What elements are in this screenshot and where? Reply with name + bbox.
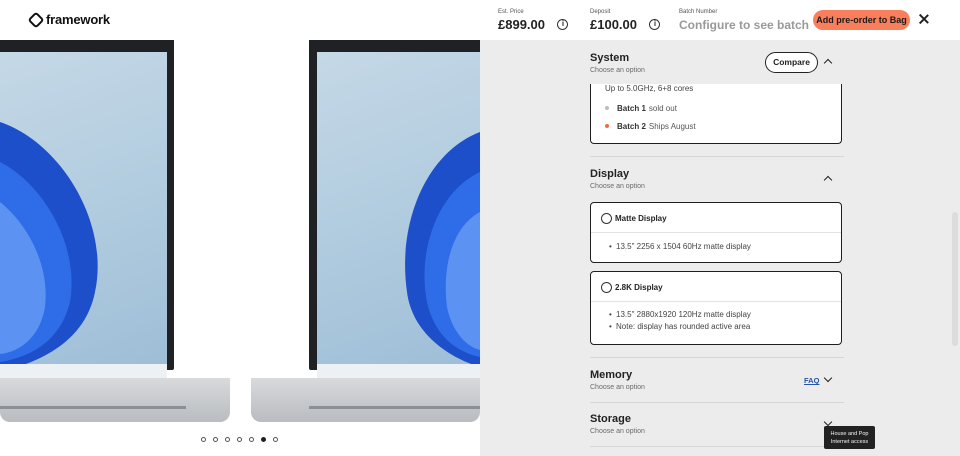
close-icon[interactable] <box>918 13 930 25</box>
divider <box>590 156 844 157</box>
divider <box>590 402 844 403</box>
matte-display-title: Matte Display <box>615 214 667 223</box>
2.8k-display-title: 2.8K Display <box>615 283 663 292</box>
carousel-dot[interactable] <box>213 437 218 442</box>
batch-number: Batch Number Configure to see batch <box>679 9 809 32</box>
divider <box>590 446 844 447</box>
configuration-panel: System Choose an option Compare Up to 5.… <box>480 40 960 456</box>
framework-logo-icon <box>30 14 42 26</box>
panel-scrollbar[interactable] <box>952 212 958 346</box>
laptop-image-right <box>251 40 480 422</box>
display-subtitle: Choose an option <box>590 183 645 190</box>
tooltip: House and Pop Internet access <box>824 426 875 449</box>
batch-2-status: Ships August <box>648 122 696 131</box>
storage-subtitle: Choose an option <box>590 428 645 435</box>
memory-subtitle: Choose an option <box>590 384 645 391</box>
tooltip-line-1: House and Pop <box>830 431 869 437</box>
deposit: Deposit £100.00 <box>590 9 661 34</box>
carousel-dots <box>201 437 278 442</box>
deposit-value: £100.00 <box>590 17 637 32</box>
2.8k-display-option[interactable]: 2.8K Display 13.5" 2880x1920 120Hz matte… <box>590 271 842 345</box>
2.8k-display-spec: Note: display has rounded active area <box>609 321 841 333</box>
deposit-label: Deposit <box>590 9 611 15</box>
carousel-dot-active[interactable] <box>261 437 266 442</box>
carousel-dot[interactable] <box>237 437 242 442</box>
system-option-card[interactable]: Up to 5.0GHz, 6+8 cores Batch 1 sold out … <box>590 84 842 144</box>
2.8k-display-spec: 13.5" 2880x1920 120Hz matte display <box>609 309 841 321</box>
memory-faq-link[interactable]: FAQ <box>804 376 819 385</box>
storage-section-header[interactable]: Storage Choose an option <box>590 413 826 435</box>
carousel-dot[interactable] <box>201 437 206 442</box>
est-price-value: £899.00 <box>498 17 545 32</box>
batch-number-value: Configure to see batch <box>679 18 810 32</box>
est-price-label: Est. Price <box>498 9 524 15</box>
carousel-dot[interactable] <box>273 437 278 442</box>
storage-title: Storage <box>590 413 631 425</box>
batch-1-status: sold out <box>648 104 677 113</box>
product-gallery[interactable] <box>0 40 480 456</box>
batch-row-1: Batch 1 sold out <box>605 104 677 113</box>
framework-logo[interactable]: framework <box>30 12 110 27</box>
memory-title: Memory <box>590 369 633 381</box>
system-speed: Up to 5.0GHz, 6+8 cores <box>605 84 694 93</box>
batch-2-name: Batch 2 <box>617 122 646 131</box>
batch-1-name: Batch 1 <box>617 104 646 113</box>
matte-display-spec: 13.5" 2256 x 1504 60Hz matte display <box>609 241 841 253</box>
matte-display-radio[interactable] <box>601 213 612 224</box>
matte-display-option[interactable]: Matte Display 13.5" 2256 x 1504 60Hz mat… <box>590 202 842 263</box>
divider <box>590 357 844 358</box>
compare-button[interactable]: Compare <box>765 52 818 73</box>
add-pre-order-button[interactable]: Add pre-order to Bag <box>813 10 910 30</box>
laptop-image-left <box>0 40 230 422</box>
logo-text: framework <box>46 12 110 27</box>
tooltip-line-2: Internet access <box>830 439 869 445</box>
memory-section-header[interactable]: Memory Choose an option <box>590 369 826 391</box>
display-title: Display <box>590 168 630 180</box>
est-price: Est. Price £899.00 <box>498 9 569 34</box>
batch-row-2: Batch 2 Ships August <box>605 122 696 131</box>
batch-number-label: Batch Number <box>679 9 718 15</box>
batch-1-status-dot <box>605 106 609 110</box>
carousel-dot[interactable] <box>225 437 230 442</box>
carousel-dot[interactable] <box>249 437 254 442</box>
deposit-info-icon[interactable] <box>649 19 661 30</box>
top-header: framework Est. Price £899.00 Deposit £10… <box>0 0 960 40</box>
est-price-info-icon[interactable] <box>557 19 569 30</box>
2.8k-display-radio[interactable] <box>601 282 612 293</box>
batch-2-status-dot <box>605 124 609 128</box>
display-section-header[interactable]: Display Choose an option <box>590 168 826 190</box>
